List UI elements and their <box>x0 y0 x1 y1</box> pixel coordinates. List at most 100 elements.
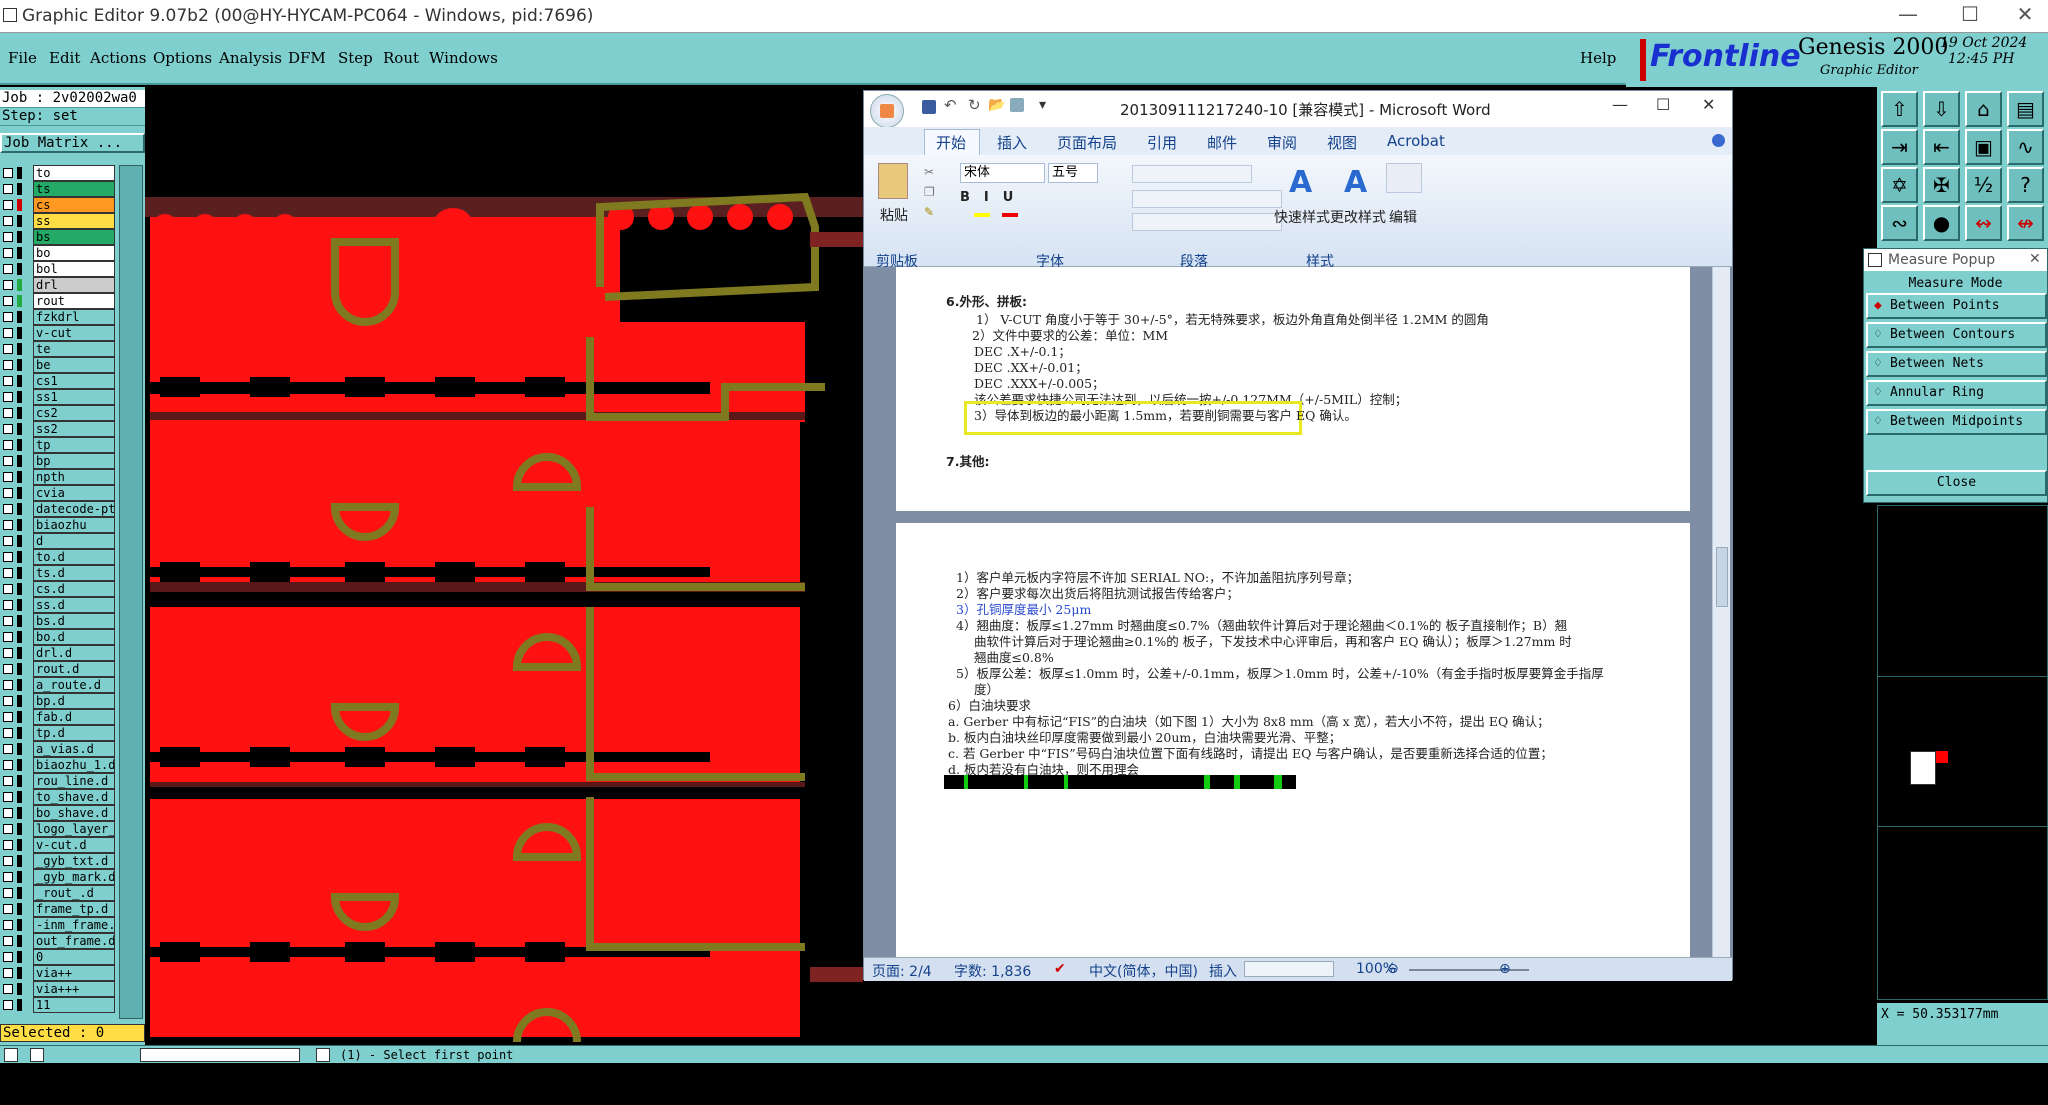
layer-row[interactable]: rout.d <box>0 661 116 677</box>
layer-name[interactable]: tp.d <box>33 725 115 741</box>
tab-references[interactable]: 引用 <box>1147 132 1177 153</box>
menu-analysis[interactable]: Analysis <box>219 49 282 67</box>
cut-icon[interactable]: ✂ <box>924 165 934 179</box>
font-style-buttons[interactable]: BIU <box>960 190 1027 205</box>
layer-row[interactable]: to.d <box>0 549 116 565</box>
menu-actions[interactable]: Actions <box>90 49 146 67</box>
layer-name[interactable]: rout <box>33 293 115 309</box>
layer-checkbox[interactable] <box>3 184 13 194</box>
layer-name[interactable]: cs <box>33 197 115 213</box>
layer-checkbox[interactable] <box>3 456 13 466</box>
layer-row[interactable]: fab.d <box>0 709 116 725</box>
layer-name[interactable]: d <box>33 533 115 549</box>
status-mode[interactable]: 插入 <box>1209 961 1237 981</box>
home-tool-icon[interactable]: ⌂ <box>1965 91 2002 127</box>
word-maximize-icon[interactable]: ☐ <box>1656 95 1670 114</box>
layer-name[interactable]: ss1 <box>33 389 115 405</box>
layer-row[interactable]: bp <box>0 453 116 469</box>
layer-row[interactable]: logo_layer_ <box>0 821 116 837</box>
format-painter-icon[interactable]: ✎ <box>924 205 934 219</box>
layer-row[interactable]: bp.d <box>0 693 116 709</box>
layer-name[interactable]: be <box>33 357 115 373</box>
layer-checkbox[interactable] <box>3 728 13 738</box>
layer-checkbox[interactable] <box>3 1000 13 1010</box>
maximize-icon[interactable]: ☐ <box>1950 2 1990 26</box>
layer-checkbox[interactable] <box>3 360 13 370</box>
layer-checkbox[interactable] <box>3 376 13 386</box>
layer-checkbox[interactable] <box>3 648 13 658</box>
minimize-icon[interactable]: — <box>1888 2 1928 26</box>
mode-annular-ring[interactable]: ♢ Annular Ring <box>1866 380 2047 406</box>
layer-checkbox[interactable] <box>3 824 13 834</box>
layer-checkbox[interactable] <box>3 920 13 930</box>
layer-row[interactable]: v-cut <box>0 325 116 341</box>
layer-checkbox[interactable] <box>3 280 13 290</box>
layer-checkbox[interactable] <box>3 840 13 850</box>
layer-row[interactable]: _rout_.d <box>0 885 116 901</box>
document-area[interactable]: 6.外形、拼板: 1） V-CUT 角度小于等于 30+/-5°，若无特殊要求，… <box>864 267 1732 957</box>
status-box-1[interactable] <box>4 1048 18 1062</box>
copy-icon[interactable]: ❐ <box>924 185 935 199</box>
quick-style-icon[interactable]: A <box>1289 165 1312 200</box>
open-icon[interactable]: 📂 <box>988 97 1005 113</box>
layer-checkbox[interactable] <box>3 984 13 994</box>
layer-name[interactable]: _rout_.d <box>33 885 115 901</box>
layer-name[interactable]: bo.d <box>33 629 115 645</box>
layer-row[interactable]: ss <box>0 213 116 229</box>
layer-row[interactable]: datecode-pt <box>0 501 116 517</box>
tab-insert[interactable]: 插入 <box>997 132 1027 153</box>
save-icon[interactable] <box>922 100 936 114</box>
layer-checkbox[interactable] <box>3 968 13 978</box>
layer-row[interactable]: ss2 <box>0 421 116 437</box>
layer-name[interactable]: a_route.d <box>33 677 115 693</box>
print-icon[interactable] <box>1010 98 1024 112</box>
layer-checkbox[interactable] <box>3 296 13 306</box>
doc-scroll-thumb[interactable] <box>1716 547 1728 607</box>
layer-row[interactable]: _gyb_mark.d <box>0 869 116 885</box>
layer-name[interactable]: bol <box>33 261 115 277</box>
edit-icon[interactable] <box>1386 163 1422 193</box>
align-buttons[interactable] <box>1132 190 1282 208</box>
proof-icon[interactable]: ✔ <box>1054 961 1066 977</box>
layer-row[interactable]: via++ <box>0 965 116 981</box>
status-box-3[interactable] <box>316 1048 330 1062</box>
help-tool-icon[interactable]: ? <box>2007 167 2044 203</box>
layer-checkbox[interactable] <box>3 392 13 402</box>
layer-name[interactable]: ss2 <box>33 421 115 437</box>
layer-row[interactable]: bo <box>0 245 116 261</box>
tab-review[interactable]: 审阅 <box>1267 132 1297 153</box>
layer-row[interactable]: ts <box>0 181 116 197</box>
tab-view[interactable]: 视图 <box>1327 132 1357 153</box>
layer-checkbox[interactable] <box>3 664 13 674</box>
layer-name[interactable]: bo <box>33 245 115 261</box>
doc-scrollbar[interactable] <box>1712 267 1730 957</box>
layer-row[interactable]: frame_tp.d <box>0 901 116 917</box>
layer-checkbox[interactable] <box>3 200 13 210</box>
layer-name[interactable]: biaozhu <box>33 517 115 533</box>
measure-close-button[interactable]: Close <box>1866 470 2047 496</box>
font-name-input[interactable]: 宋体 <box>960 163 1045 183</box>
layer-name[interactable]: via+++ <box>33 981 115 997</box>
layer-row[interactable]: cs <box>0 197 116 213</box>
help-icon[interactable] <box>1712 134 1725 147</box>
menu-step[interactable]: Step <box>338 49 373 67</box>
layer-checkbox[interactable] <box>3 408 13 418</box>
layer-checkbox[interactable] <box>3 792 13 802</box>
job-matrix-button[interactable]: Job Matrix ... <box>0 133 145 153</box>
layer-name[interactable]: to_shave.d <box>33 789 115 805</box>
layer-name[interactable]: rout.d <box>33 661 115 677</box>
layer-name[interactable]: drl <box>33 277 115 293</box>
layer-name[interactable]: via++ <box>33 965 115 981</box>
layer-row[interactable]: cvia <box>0 485 116 501</box>
menu-dfm[interactable]: DFM <box>288 49 326 67</box>
layer-checkbox[interactable] <box>3 760 13 770</box>
layer-row[interactable]: via+++ <box>0 981 116 997</box>
edit-label[interactable]: 编辑 <box>1389 207 1417 227</box>
layer-row[interactable]: to <box>0 165 116 181</box>
layer-checkbox[interactable] <box>3 504 13 514</box>
menu-rout[interactable]: Rout <box>383 49 419 67</box>
layer-name[interactable]: ss <box>33 213 115 229</box>
layer-checkbox[interactable] <box>3 472 13 482</box>
layer-name[interactable]: 0 <box>33 949 115 965</box>
layer-checkbox[interactable] <box>3 808 13 818</box>
